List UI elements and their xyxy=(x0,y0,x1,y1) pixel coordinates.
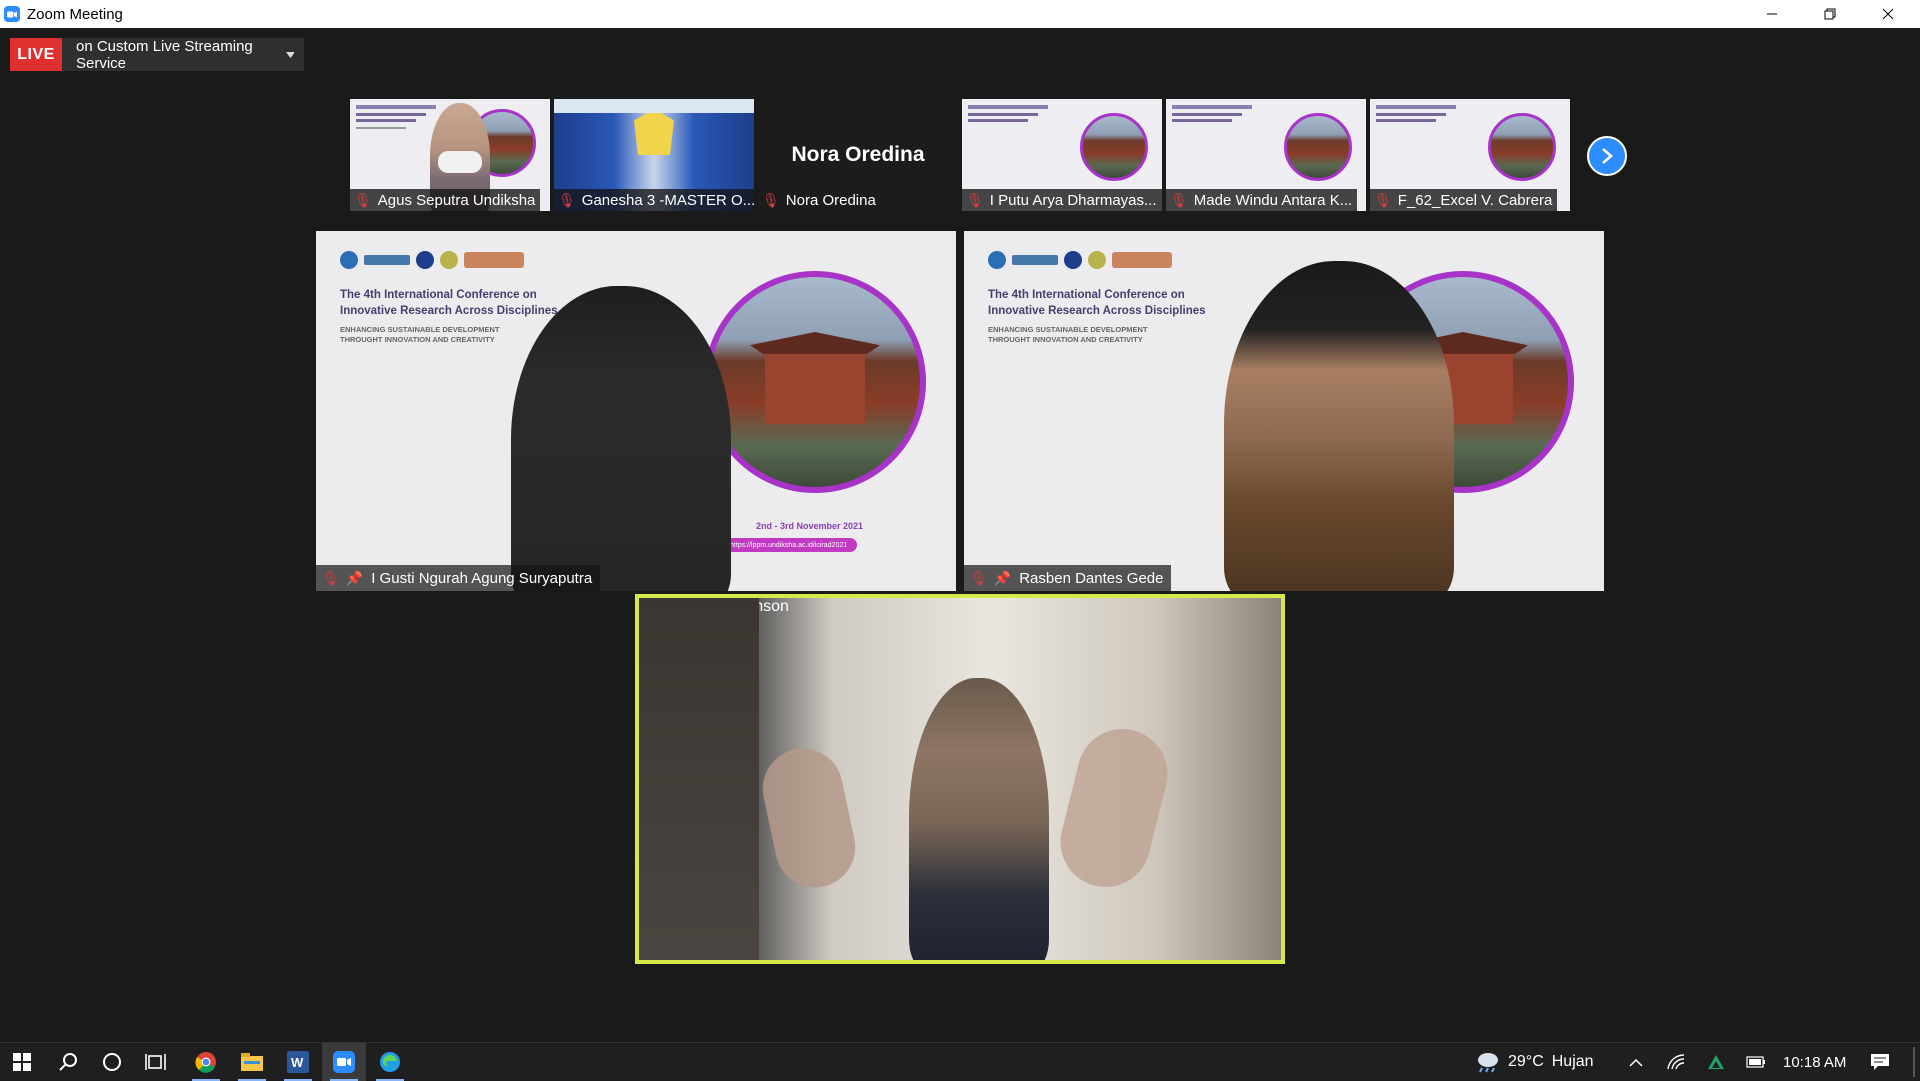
edge-button[interactable] xyxy=(368,1043,412,1081)
restore-icon xyxy=(1824,8,1836,20)
task-view-icon xyxy=(145,1054,166,1070)
room-wall xyxy=(639,598,759,960)
participant-video xyxy=(1224,261,1454,591)
task-view-button[interactable] xyxy=(134,1043,178,1081)
weather-rain-icon xyxy=(1478,1053,1498,1073)
windows-start-icon xyxy=(13,1053,31,1071)
mic-muted-icon: 🎙 xyxy=(354,191,372,208)
pin-icon: 📌 xyxy=(993,569,1012,586)
clock[interactable]: 10:18 AM xyxy=(1783,1043,1846,1081)
participant-name-label: 🎙 📌 Rasben Dantes Gede xyxy=(964,565,1172,591)
caret-down-icon xyxy=(285,51,294,58)
drive-sync-button[interactable] xyxy=(1694,1043,1738,1081)
slide-url: https://lppm.undiksha.ac.id/icirad2021 xyxy=(720,538,858,552)
participant-video xyxy=(511,286,731,591)
pin-icon: 📌 xyxy=(345,569,364,586)
file-explorer-button[interactable] xyxy=(230,1043,274,1081)
weather-widget[interactable]: 29°C Hujan xyxy=(1474,1043,1594,1081)
live-service-label: on Custom Live Streaming Service xyxy=(76,37,253,72)
live-streaming-indicator[interactable]: LIVE on Custom Live Streaming Service xyxy=(10,37,304,72)
chevron-right-icon xyxy=(1602,148,1613,164)
slide-title: The 4th International Conference on Inno… xyxy=(988,289,1206,317)
zoom-icon xyxy=(333,1051,355,1073)
mic-muted-icon: 🎙 xyxy=(762,191,780,208)
slide-title: The 4th International Conference on Inno… xyxy=(340,289,558,317)
chrome-icon xyxy=(195,1052,216,1073)
active-speaker-tile[interactable]: 📌 Dor Abrahamson xyxy=(635,594,1285,964)
close-button[interactable] xyxy=(1859,0,1917,28)
word-icon: W xyxy=(287,1051,309,1073)
participant-name-label: 🎙 Made Windu Antara K... xyxy=(1166,189,1358,211)
participant-thumbnail[interactable]: 🎙 Ganesha 3 -MASTER O... xyxy=(554,99,754,211)
participant-video-tile[interactable]: The 4th International Conference on Inno… xyxy=(964,231,1604,591)
conference-logos xyxy=(340,251,524,269)
minimize-button[interactable] xyxy=(1743,0,1801,28)
word-button[interactable]: W xyxy=(276,1043,320,1081)
participant-name-label: 🎙 Nora Oredina xyxy=(762,191,876,209)
live-service-dropdown[interactable]: on Custom Live Streaming Service xyxy=(62,37,304,72)
speaker-hand-right xyxy=(1050,719,1178,897)
notifications-button[interactable] xyxy=(1858,1043,1902,1081)
search-icon xyxy=(59,1053,77,1071)
mic-muted-icon: 🎙 xyxy=(970,569,988,586)
close-icon xyxy=(1882,8,1894,20)
chevron-up-icon xyxy=(1629,1058,1643,1067)
restore-button[interactable] xyxy=(1801,0,1859,28)
zoom-app-icon xyxy=(4,6,20,22)
participant-thumbnail[interactable]: 🎙 Made Windu Antara K... xyxy=(1166,99,1366,211)
speaker-hand-left xyxy=(755,741,863,895)
participant-display-name: Nora Oredina xyxy=(791,143,925,166)
campus-photo xyxy=(704,271,926,493)
participant-name-label: 🎙 Ganesha 3 -MASTER O... xyxy=(554,189,754,211)
next-page-button[interactable] xyxy=(1587,136,1627,176)
search-button[interactable] xyxy=(46,1043,90,1081)
mic-muted-icon: 🎙 xyxy=(1170,191,1188,208)
slide-dates: 2nd - 3rd November 2021 xyxy=(756,521,864,531)
cortana-button[interactable] xyxy=(90,1043,134,1081)
battery-button[interactable] xyxy=(1734,1043,1778,1081)
mic-muted-icon: 🎙 xyxy=(1374,191,1392,208)
edge-icon xyxy=(380,1052,400,1072)
participant-video-tile[interactable]: The 4th International Conference on Inno… xyxy=(316,231,956,591)
mic-muted-icon: 🎙 xyxy=(966,191,984,208)
chrome-button[interactable] xyxy=(184,1043,228,1081)
minimize-icon xyxy=(1767,13,1777,15)
participant-video xyxy=(909,678,1049,960)
participant-name-label: 🎙 I Putu Arya Dharmayas... xyxy=(962,189,1162,211)
mic-muted-icon: 🎙 xyxy=(322,569,340,586)
network-button[interactable] xyxy=(1654,1043,1698,1081)
participant-thumbnail[interactable]: Nora Oredina 🎙 Nora Oredina xyxy=(758,99,958,211)
participant-name-label: 🎙 📌 I Gusti Ngurah Agung Suryaputra xyxy=(316,565,601,591)
cortana-icon xyxy=(103,1053,121,1071)
conference-logos xyxy=(988,251,1172,269)
windows-start-button[interactable] xyxy=(0,1043,44,1081)
slide-subtitle: ENHANCING SUSTAINABLE DEVELOPMENT THROUG… xyxy=(988,325,1148,344)
participant-thumbnail[interactable]: 🎙 I Putu Arya Dharmayas... xyxy=(962,99,1162,211)
weather-temperature: 29°C xyxy=(1508,1053,1544,1070)
zoom-button[interactable] xyxy=(322,1043,366,1081)
window-title: Zoom Meeting xyxy=(27,5,123,23)
show-desktop-button[interactable] xyxy=(1913,1047,1915,1077)
participant-thumbnail[interactable]: 🎙 Agus Seputra Undiksha xyxy=(350,99,550,211)
google-drive-icon xyxy=(1708,1055,1724,1069)
windows-taskbar: W 29°C Hujan 10:18 AM xyxy=(0,1042,1920,1081)
live-badge: LIVE xyxy=(10,38,62,71)
slide-subtitle: ENHANCING SUSTAINABLE DEVELOPMENT THROUG… xyxy=(340,325,500,344)
battery-icon xyxy=(1746,1056,1765,1068)
participant-thumbnail[interactable]: 🎙 F_62_Excel V. Cabrera xyxy=(1370,99,1570,211)
participant-name-label: 🎙 Agus Seputra Undiksha xyxy=(350,189,541,211)
notification-icon xyxy=(1871,1054,1889,1070)
show-hidden-icons-button[interactable] xyxy=(1614,1043,1658,1081)
mic-muted-icon: 🎙 xyxy=(558,191,576,208)
participant-name-label: 🎙 F_62_Excel V. Cabrera xyxy=(1370,189,1558,211)
weather-description: Hujan xyxy=(1551,1053,1594,1070)
svg-text:W: W xyxy=(291,1055,304,1070)
file-explorer-icon xyxy=(241,1053,263,1071)
wifi-icon xyxy=(1667,1054,1685,1070)
window-title-bar: Zoom Meeting xyxy=(0,0,1920,28)
